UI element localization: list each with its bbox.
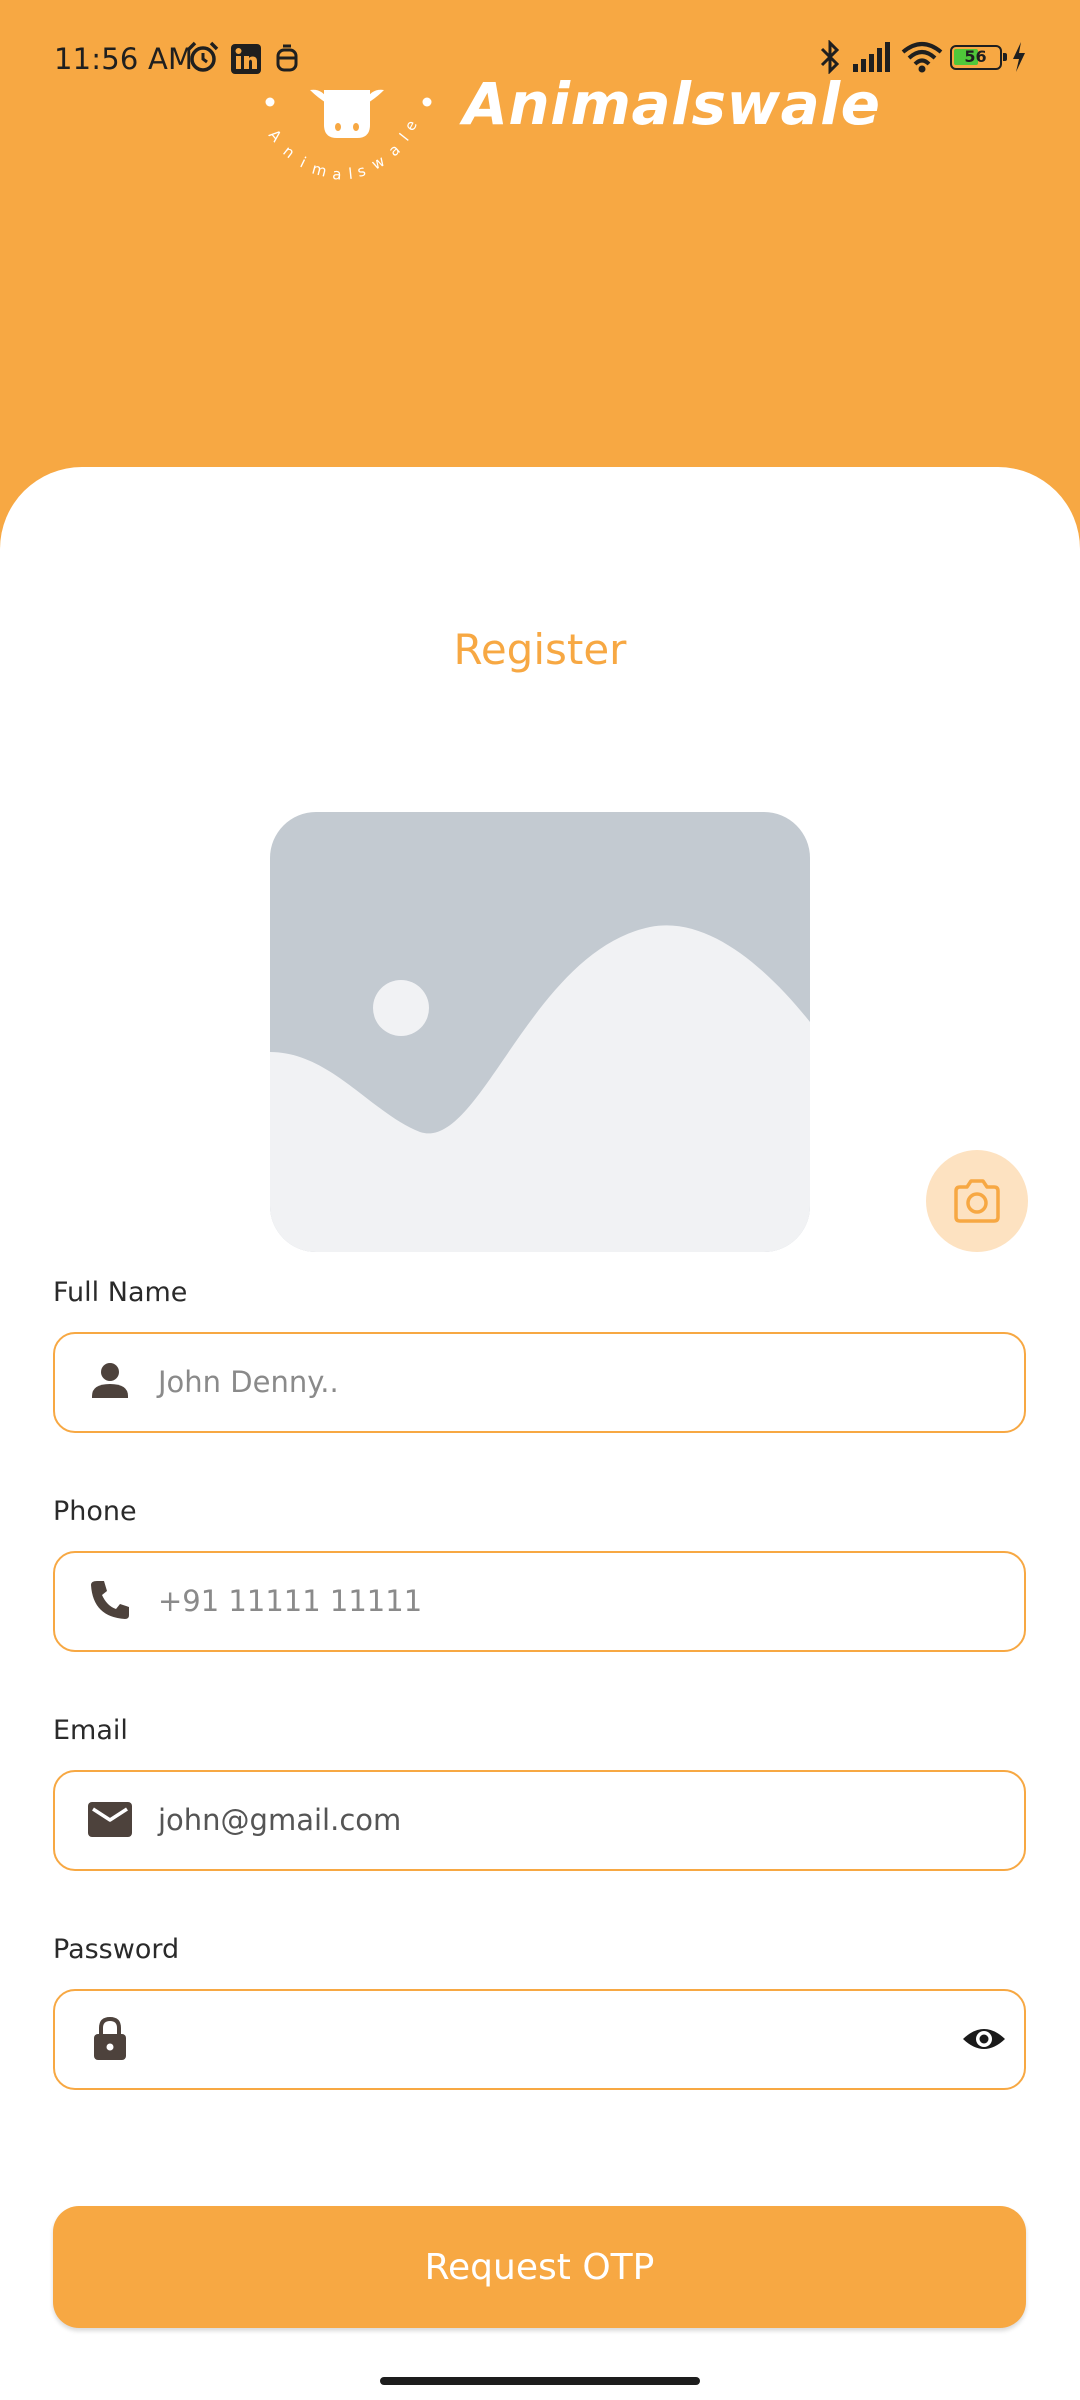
logo-letter: s bbox=[355, 161, 367, 180]
camera-icon bbox=[954, 1179, 1000, 1223]
email-label: Email bbox=[53, 1715, 128, 1746]
logo-letter: a bbox=[385, 140, 404, 160]
home-indicator bbox=[380, 2377, 700, 2385]
logo-letter: e bbox=[401, 117, 421, 134]
person-icon bbox=[92, 1363, 128, 1398]
password-label: Password bbox=[53, 1934, 180, 1965]
request-otp-button[interactable]: Request OTP bbox=[53, 2206, 1026, 2328]
logo-letter: l bbox=[348, 165, 354, 183]
brand-name: Animalswale bbox=[463, 70, 881, 138]
email-field[interactable]: john@gmail.com bbox=[53, 1770, 1026, 1871]
full-name-label: Full Name bbox=[53, 1277, 188, 1308]
logo-letter: m bbox=[310, 159, 329, 180]
phone-label: Phone bbox=[53, 1496, 137, 1527]
email-input[interactable]: john@gmail.com bbox=[158, 1772, 401, 1869]
lock-icon bbox=[94, 2016, 126, 2060]
logo-letter: i bbox=[297, 153, 309, 171]
image-placeholder-icon bbox=[270, 812, 810, 1252]
logo-letter: w bbox=[369, 152, 388, 174]
logo-letter: n bbox=[280, 142, 299, 162]
profile-photo-placeholder[interactable] bbox=[270, 812, 810, 1252]
phone-icon bbox=[91, 1581, 129, 1619]
page-title: Register bbox=[453, 625, 627, 674]
password-field[interactable] bbox=[53, 1989, 1026, 2090]
logo-letter: l bbox=[396, 130, 413, 144]
full-name-field[interactable]: John Denny.. bbox=[53, 1332, 1026, 1433]
mail-icon bbox=[88, 1802, 132, 1837]
eye-icon[interactable] bbox=[960, 2015, 1008, 2063]
full-name-input[interactable]: John Denny.. bbox=[158, 1334, 339, 1431]
logo-letter: a bbox=[332, 165, 342, 184]
phone-input[interactable]: +91 11111 11111 bbox=[158, 1553, 422, 1650]
logo-letter: A bbox=[265, 126, 286, 146]
brand-header: A n i m a l s w a l e Animalswale bbox=[0, 0, 1080, 210]
camera-button[interactable] bbox=[926, 1150, 1028, 1252]
logo: A n i m a l s w a l e bbox=[265, 89, 432, 184]
register-sheet bbox=[0, 467, 1080, 2400]
phone-field[interactable]: +91 11111 11111 bbox=[53, 1551, 1026, 1652]
